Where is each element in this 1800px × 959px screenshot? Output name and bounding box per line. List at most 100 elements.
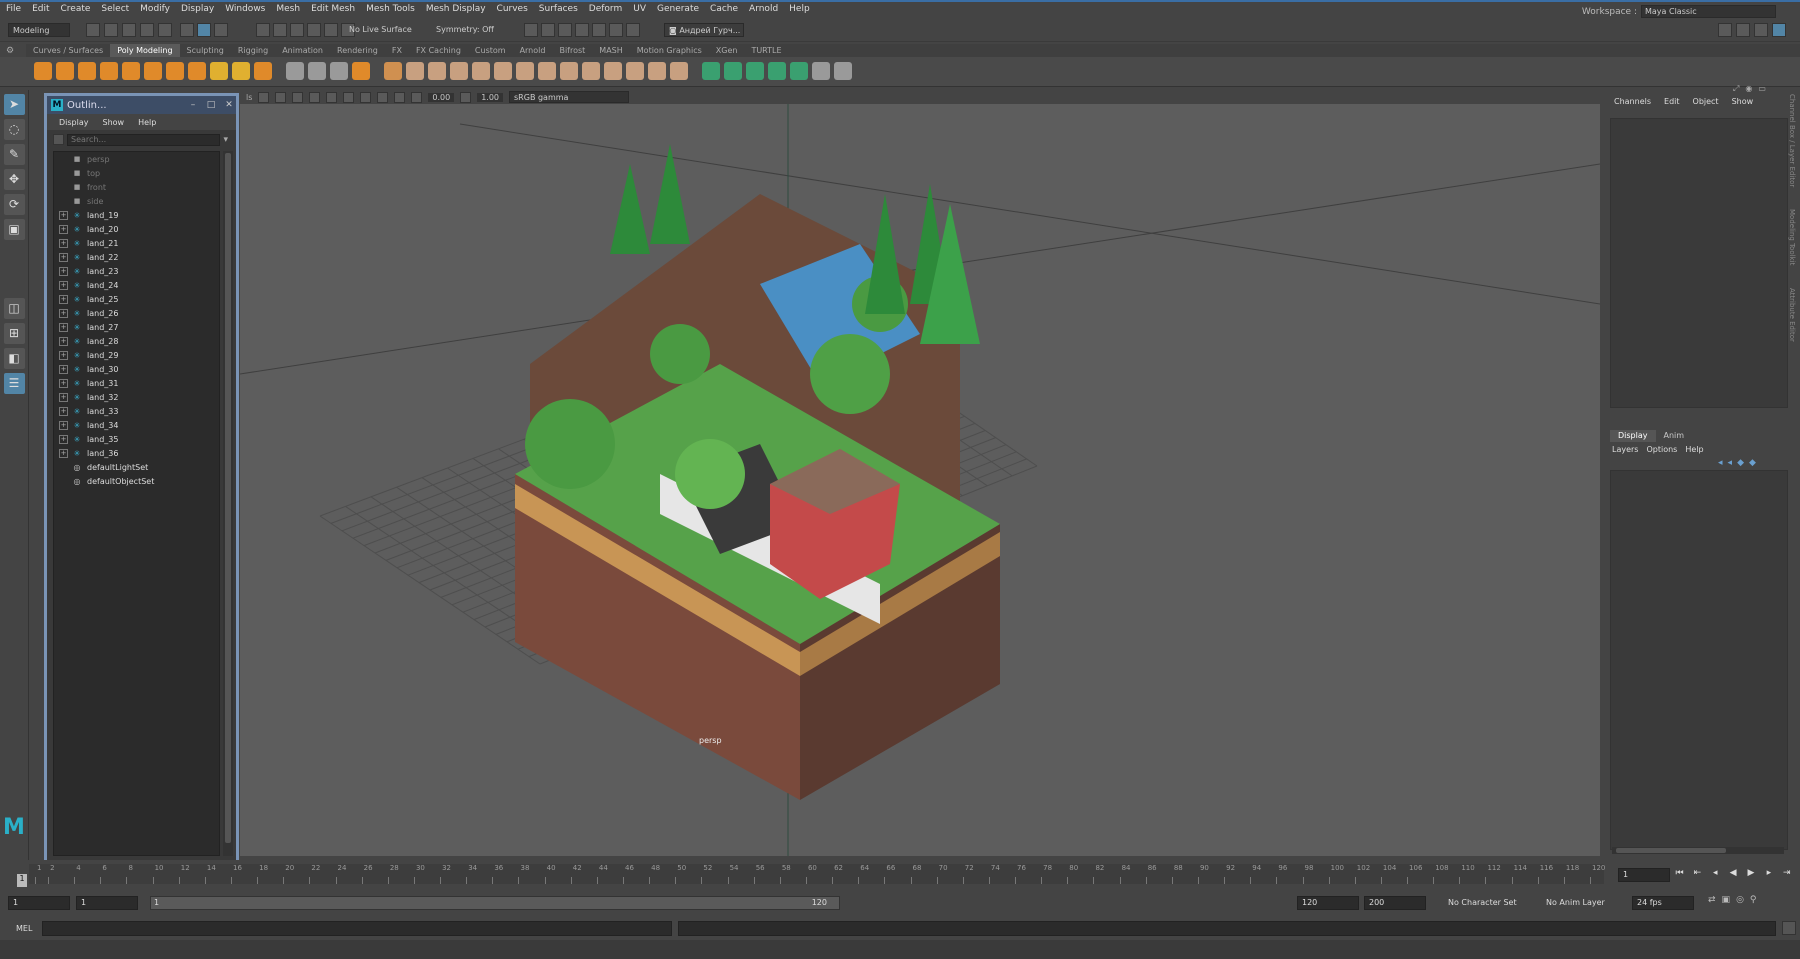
shelf-tab-custom[interactable]: Custom [468, 44, 513, 57]
torus-icon[interactable] [122, 62, 140, 80]
live-surface-field[interactable]: No Live Surface [345, 23, 417, 37]
menuset-dropdown[interactable]: Modeling [8, 23, 70, 37]
four-view-layout-icon[interactable]: ⊞ [3, 323, 25, 344]
menu-edit-mesh[interactable]: Edit Mesh [305, 2, 360, 14]
current-frame-field[interactable]: 1 [1618, 868, 1670, 882]
mirror-icon[interactable] [286, 62, 304, 80]
shelf-tab-xgen[interactable]: XGen [709, 44, 745, 57]
step-back-frame-icon[interactable]: ◂ [1708, 868, 1723, 878]
extrude-icon[interactable] [406, 62, 424, 80]
outliner-row-camera[interactable]: ■ side [54, 194, 219, 208]
new-layer-icon[interactable]: ◆ [1737, 458, 1744, 468]
text-icon[interactable] [232, 62, 250, 80]
outliner-row[interactable]: + ✳ land_23 [54, 264, 219, 278]
playback-end-field[interactable]: 120 [1297, 896, 1359, 910]
shelf-tab-fx-caching[interactable]: FX Caching [409, 44, 468, 57]
arnold-render-icon[interactable] [609, 23, 623, 37]
cone-icon[interactable] [100, 62, 118, 80]
target-weld-icon[interactable] [494, 62, 512, 80]
outliner-row-set[interactable]: ◎ defaultObjectSet [54, 474, 219, 488]
select-object-icon[interactable] [197, 23, 211, 37]
plane-icon[interactable] [144, 62, 162, 80]
expand-icon[interactable]: + [59, 252, 68, 262]
expand-icon[interactable]: + [59, 294, 68, 304]
shelf-tab-animation[interactable]: Animation [275, 44, 330, 57]
character-set-dropdown[interactable]: No Character Set [1448, 898, 1517, 907]
command-input[interactable] [42, 921, 672, 936]
uv-planar-icon[interactable] [702, 62, 720, 80]
grid-toggle-icon[interactable] [394, 91, 406, 103]
close-icon[interactable]: ✕ [222, 100, 236, 110]
channel-box-menu-show[interactable]: Show [1732, 97, 1754, 106]
target-icon[interactable] [670, 62, 688, 80]
insert-edge-loop-icon[interactable] [538, 62, 556, 80]
scale-tool-icon[interactable]: ▣ [3, 219, 25, 240]
layer-menu-help[interactable]: Help [1685, 445, 1703, 454]
expand-icon[interactable]: + [59, 336, 68, 346]
time-slider[interactable]: 1 2 4 6 8 10 12 14 16 18 20 22 24 26 28 30 32 34 36 38 40 42 4… [0, 860, 1800, 890]
outliner-row[interactable]: + ✳ land_19 [54, 208, 219, 222]
offset-loop-icon[interactable] [560, 62, 578, 80]
bevel-icon[interactable] [450, 62, 468, 80]
separate-icon[interactable] [330, 62, 348, 80]
outliner-row[interactable]: + ✳ land_35 [54, 432, 219, 446]
side-tab-attribute-editor[interactable]: Attribute Editor [1788, 288, 1796, 342]
shadows-icon[interactable] [343, 91, 355, 103]
script-editor-icon[interactable] [1782, 921, 1796, 935]
outliner-row[interactable]: + ✳ land_24 [54, 278, 219, 292]
select-tool-icon[interactable]: ➤ [3, 94, 25, 115]
render-settings-icon[interactable] [575, 23, 589, 37]
lasso-tool-icon[interactable]: ◌ [3, 119, 25, 140]
quad-draw-icon[interactable] [626, 62, 644, 80]
shelf-tab-fx[interactable]: FX [385, 44, 409, 57]
uv-layout-icon[interactable] [812, 62, 830, 80]
paint-select-tool-icon[interactable]: ✎ [3, 144, 25, 165]
menu-cache[interactable]: Cache [704, 2, 743, 14]
isolate-select-icon[interactable] [360, 91, 372, 103]
xray-icon[interactable] [377, 91, 389, 103]
slide-edge-icon[interactable] [648, 62, 666, 80]
bridge-icon[interactable] [428, 62, 446, 80]
layer-menu-options[interactable]: Options [1646, 445, 1677, 454]
side-tab-channel-box-layer-editor[interactable]: Channel Box / Layer Editor [1788, 94, 1796, 187]
pause-render-icon[interactable] [626, 23, 640, 37]
menu-select[interactable]: Select [95, 2, 134, 14]
open-scene-icon[interactable] [104, 23, 118, 37]
outliner-layout-icon[interactable]: ☰ [3, 373, 25, 394]
expand-icon[interactable]: + [59, 420, 68, 430]
outliner-row-camera[interactable]: ■ top [54, 166, 219, 180]
layer-tab-display[interactable]: Display [1610, 430, 1656, 442]
modeling-toolkit-icon[interactable] [1718, 23, 1732, 37]
expand-icon[interactable]: + [59, 224, 68, 234]
user-account-dropdown[interactable]: ◙ Андрей Гурч... [664, 23, 744, 37]
outliner-row[interactable]: + ✳ land_27 [54, 320, 219, 334]
animation-start-field[interactable]: 1 [8, 896, 70, 910]
textured-icon[interactable] [309, 91, 321, 103]
select-component-icon[interactable] [214, 23, 228, 37]
outliner-menu-display[interactable]: Display [59, 118, 89, 127]
uv-cylindrical-icon[interactable] [724, 62, 742, 80]
expand-icon[interactable]: + [59, 378, 68, 388]
channel-box-menu-channels[interactable]: Channels [1614, 97, 1651, 106]
hypershade-icon[interactable] [592, 23, 606, 37]
anim-layer-dropdown[interactable]: No Anim Layer [1546, 898, 1605, 907]
exposure-value[interactable]: 0.00 [428, 92, 455, 102]
expand-icon[interactable]: + [59, 266, 68, 276]
play-forwards-icon[interactable]: ▶ [1744, 868, 1759, 878]
shelf-tab-mash[interactable]: MASH [592, 44, 629, 57]
outliner-row-camera[interactable]: ■ persp [54, 152, 219, 166]
menu-surfaces[interactable]: Surfaces [533, 2, 583, 14]
move-layer-down-icon[interactable]: ◂ [1728, 458, 1733, 468]
smooth-icon[interactable] [352, 62, 370, 80]
outliner-row[interactable]: + ✳ land_25 [54, 292, 219, 306]
settings-icon[interactable]: ◉ [1745, 84, 1752, 94]
symmetry-dropdown[interactable]: Symmetry: Off [432, 23, 502, 37]
expand-icon[interactable]: + [59, 406, 68, 416]
script-language-label[interactable]: MEL [16, 924, 32, 933]
shelf-tab-bifrost[interactable]: Bifrost [552, 44, 592, 57]
snap-surface-icon[interactable] [324, 23, 338, 37]
menu-create[interactable]: Create [55, 2, 96, 14]
tool-settings-icon[interactable] [1754, 23, 1768, 37]
scroll-thumb[interactable] [1616, 848, 1726, 853]
layer-editor-body[interactable] [1610, 470, 1788, 850]
